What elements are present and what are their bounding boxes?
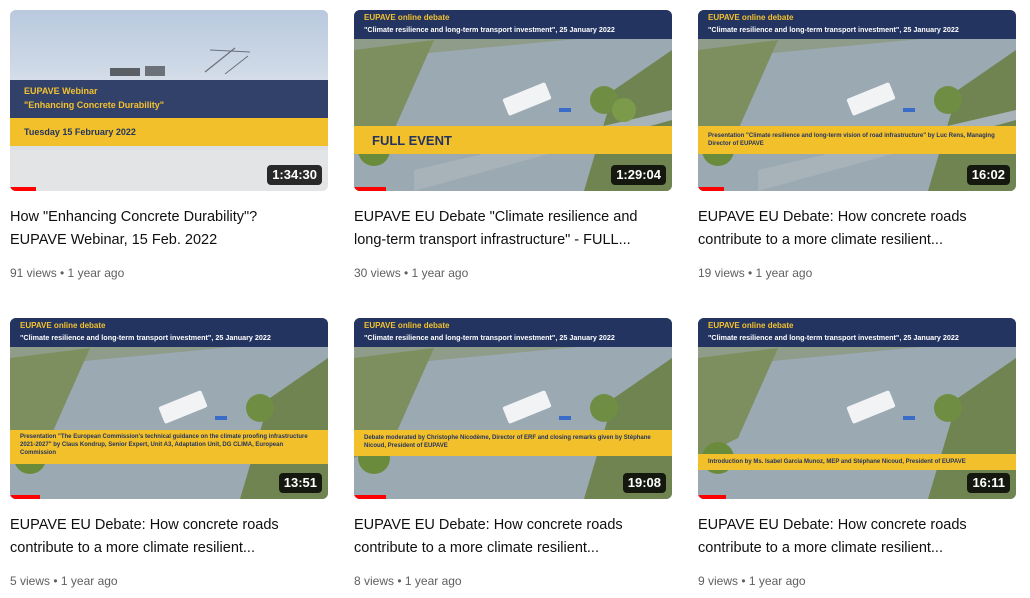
debate-header-band: EUPAVE online debate "Climate resilience… <box>698 318 1016 347</box>
caption-band: Presentation "The European Commission's … <box>10 430 328 464</box>
video-card[interactable]: EUPAVE online debate "Climate resilience… <box>354 318 672 598</box>
duration-badge: 16:02 <box>966 165 1010 185</box>
webinar-label: EUPAVE Webinar <box>24 86 98 96</box>
video-title-line: long-term transport infrastructure" - FU… <box>354 232 631 248</box>
debate-header-band: EUPAVE online debate "Climate resilience… <box>10 318 328 347</box>
video-meta: 9 views • 1 year ago <box>698 574 806 588</box>
video-title-line: EUPAVE EU Debate: How concrete roads <box>354 517 623 533</box>
duration-badge: 16:11 <box>967 473 1010 493</box>
duration-badge: 13:51 <box>278 473 322 493</box>
caption-band: Introduction by Ms. Isabel Garcia Munoz,… <box>698 454 1016 470</box>
video-title-line: contribute to a more climate resilient..… <box>10 540 255 556</box>
video-title-line: contribute to a more climate resilient..… <box>354 540 599 556</box>
video-grid: EUPAVE Webinar "Enhancing Concrete Durab… <box>0 0 1030 588</box>
video-thumbnail[interactable]: EUPAVE Webinar "Enhancing Concrete Durab… <box>10 10 328 191</box>
video-thumbnail[interactable]: EUPAVE online debate "Climate resilience… <box>698 318 1016 499</box>
video-card[interactable]: EUPAVE online debate "Climate resilience… <box>10 318 328 598</box>
caption-text: Presentation "Climate resilience and lon… <box>708 133 995 147</box>
video-card[interactable]: EUPAVE online debate "Climate resilience… <box>354 10 672 290</box>
debate-header-band: EUPAVE online debate "Climate resilience… <box>698 10 1016 39</box>
debate-label: EUPAVE online debate <box>708 13 794 22</box>
caption-text: FULL EVENT <box>372 133 452 148</box>
video-title-line: EUPAVE Webinar, 15 Feb. 2022 <box>10 232 218 248</box>
debate-label: EUPAVE online debate <box>708 321 794 330</box>
video-meta: 91 views • 1 year ago <box>10 266 125 280</box>
duration-badge: 19:08 <box>622 473 666 493</box>
video-title[interactable]: EUPAVE EU Debate "Climate resilience and… <box>354 206 654 252</box>
webinar-date-band: Tuesday 15 February 2022 <box>10 118 328 146</box>
debate-subtitle: "Climate resilience and long-term transp… <box>20 333 271 342</box>
video-thumbnail[interactable]: EUPAVE online debate "Climate resilience… <box>354 10 672 191</box>
video-title-line: contribute to a more climate resilient..… <box>698 540 943 556</box>
webinar-title-band: EUPAVE Webinar "Enhancing Concrete Durab… <box>10 80 328 118</box>
caption-band: Debate moderated by Christophe Nicodème,… <box>354 430 672 456</box>
video-title-line: EUPAVE EU Debate: How concrete roads <box>698 517 967 533</box>
debate-subtitle: "Climate resilience and long-term transp… <box>364 333 615 342</box>
caption-text: Introduction by Ms. Isabel Garcia Munoz,… <box>708 459 966 465</box>
debate-label: EUPAVE online debate <box>364 13 450 22</box>
video-card[interactable]: EUPAVE online debate "Climate resilience… <box>698 10 1016 290</box>
video-title-line: contribute to a more climate resilient..… <box>698 232 943 248</box>
video-title-line: EUPAVE EU Debate: How concrete roads <box>698 209 967 225</box>
caption-text: Debate moderated by Christophe Nicodème,… <box>364 435 651 449</box>
video-thumbnail[interactable]: EUPAVE online debate "Climate resilience… <box>698 10 1016 191</box>
caption-text: Presentation "The European Commission's … <box>20 434 308 456</box>
video-card[interactable]: EUPAVE Webinar "Enhancing Concrete Durab… <box>10 10 328 290</box>
debate-subtitle: "Climate resilience and long-term transp… <box>708 333 959 342</box>
video-meta: 30 views • 1 year ago <box>354 266 469 280</box>
debate-subtitle: "Climate resilience and long-term transp… <box>364 25 615 34</box>
caption-band: Presentation "Climate resilience and lon… <box>698 126 1016 154</box>
watch-progress-bar <box>354 495 386 499</box>
debate-header-band: EUPAVE online debate "Climate resilience… <box>354 10 672 39</box>
watch-progress-bar <box>354 187 386 191</box>
caption-band: FULL EVENT <box>354 126 672 154</box>
video-meta: 8 views • 1 year ago <box>354 574 462 588</box>
video-title[interactable]: How "Enhancing Concrete Durability"? EUP… <box>10 206 310 252</box>
debate-header-band: EUPAVE online debate "Climate resilience… <box>354 318 672 347</box>
webinar-date: Tuesday 15 February 2022 <box>24 127 136 137</box>
video-title[interactable]: EUPAVE EU Debate: How concrete roads con… <box>698 206 998 252</box>
debate-subtitle: "Climate resilience and long-term transp… <box>708 25 959 34</box>
video-title-line: How "Enhancing Concrete Durability"? <box>10 209 258 225</box>
watch-progress-bar <box>698 495 726 499</box>
video-title-line: EUPAVE EU Debate "Climate resilience and <box>354 209 638 225</box>
video-thumbnail[interactable]: EUPAVE online debate "Climate resilience… <box>354 318 672 499</box>
debate-label: EUPAVE online debate <box>20 321 106 330</box>
watch-progress-bar <box>10 495 40 499</box>
watch-progress-bar <box>10 187 36 191</box>
video-title-line: EUPAVE EU Debate: How concrete roads <box>10 517 279 533</box>
duration-badge: 1:34:30 <box>267 165 322 185</box>
video-title[interactable]: EUPAVE EU Debate: How concrete roads con… <box>354 514 654 560</box>
watch-progress-bar <box>698 187 724 191</box>
video-thumbnail[interactable]: EUPAVE online debate "Climate resilience… <box>10 318 328 499</box>
video-meta: 5 views • 1 year ago <box>10 574 118 588</box>
video-title[interactable]: EUPAVE EU Debate: How concrete roads con… <box>10 514 310 560</box>
duration-badge: 1:29:04 <box>611 165 666 185</box>
video-card[interactable]: EUPAVE online debate "Climate resilience… <box>698 318 1016 598</box>
video-title[interactable]: EUPAVE EU Debate: How concrete roads con… <box>698 514 998 560</box>
video-meta: 19 views • 1 year ago <box>698 266 813 280</box>
webinar-subtitle: "Enhancing Concrete Durability" <box>24 100 165 110</box>
debate-label: EUPAVE online debate <box>364 321 450 330</box>
